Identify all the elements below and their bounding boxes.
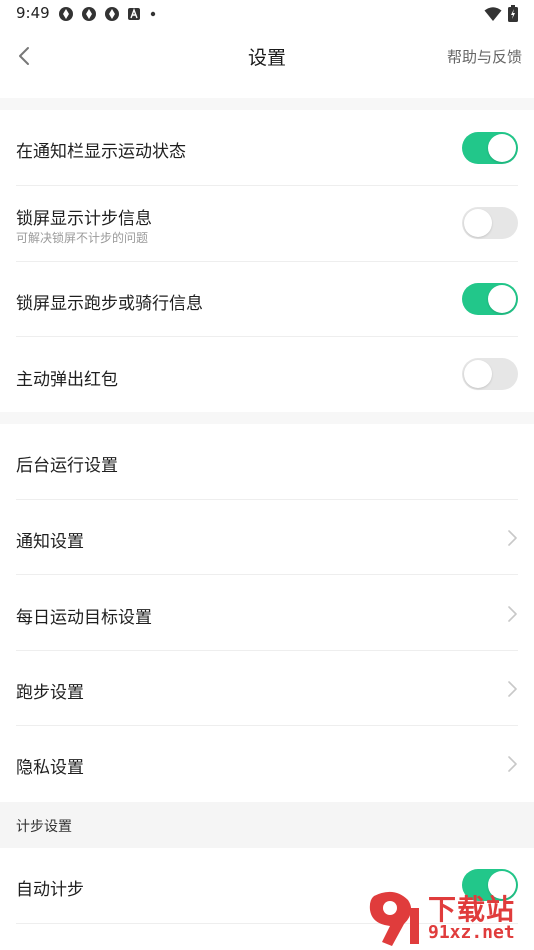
a-badge-icon: [128, 8, 140, 20]
watermark-url: 91xz.net: [428, 922, 515, 943]
watermark-logo: 9f: [369, 891, 419, 946]
setting-label: 通知设置: [16, 532, 84, 552]
setting-row-red-packet: 主动弹出红包: [0, 337, 534, 412]
status-bar: 9:49: [0, 0, 534, 28]
chevron-right-icon: [508, 756, 517, 772]
toggle-knob: [488, 285, 516, 313]
app-icon: [105, 7, 119, 21]
dot-icon: [150, 11, 156, 17]
setting-label: 锁屏显示跑步或骑行信息: [16, 294, 203, 314]
status-time: 9:49: [16, 4, 50, 22]
setting-label: 主动弹出红包: [16, 370, 118, 390]
setting-row-running[interactable]: 跑步设置: [0, 651, 534, 726]
setting-row-daily-goal[interactable]: 每日运动目标设置: [0, 575, 534, 651]
battery-charging-icon: [508, 5, 518, 22]
section-gap: [0, 412, 534, 424]
setting-label: 后台运行设置: [16, 456, 118, 476]
setting-label: 自动计步: [16, 880, 84, 900]
app-icon: [82, 7, 96, 21]
watermark: 9f 下载站 91xz.net: [364, 888, 532, 948]
setting-row-lockscreen-run-ride: 锁屏显示跑步或骑行信息: [0, 262, 534, 337]
setting-sublabel: 可解决锁屏不计步的问题: [16, 231, 149, 245]
section-header-step: 计步设置: [0, 802, 534, 848]
setting-label: 跑步设置: [16, 683, 84, 703]
chevron-right-icon: [508, 681, 517, 697]
status-system-icons: [484, 5, 518, 22]
toggle-knob: [464, 209, 492, 237]
setting-label: 隐私设置: [16, 758, 84, 778]
chevron-right-icon: [508, 606, 517, 622]
lockscreen-steps-toggle[interactable]: [462, 207, 518, 239]
chevron-right-icon: [508, 530, 517, 546]
setting-row-background-run[interactable]: 后台运行设置: [0, 424, 534, 500]
toggle-knob: [464, 360, 492, 388]
notification-status-toggle[interactable]: [462, 132, 518, 164]
toggle-knob: [488, 134, 516, 162]
top-navbar: 设置 帮助与反馈: [0, 28, 534, 84]
wifi-icon: [484, 6, 502, 21]
setting-row-notification-status: 在通知栏显示运动状态: [0, 110, 534, 186]
help-feedback-link[interactable]: 帮助与反馈: [447, 46, 522, 67]
setting-row-lockscreen-steps: 锁屏显示计步信息 可解决锁屏不计步的问题: [0, 186, 534, 262]
red-packet-toggle[interactable]: [462, 358, 518, 390]
setting-label: 锁屏显示计步信息: [16, 209, 152, 229]
setting-row-privacy[interactable]: 隐私设置: [0, 726, 534, 802]
app-icon: [59, 7, 73, 21]
lockscreen-run-ride-toggle[interactable]: [462, 283, 518, 315]
setting-label: 每日运动目标设置: [16, 608, 152, 628]
section-gap: [0, 98, 534, 110]
setting-label: 在通知栏显示运动状态: [16, 142, 186, 162]
section-header-label: 计步设置: [16, 819, 72, 835]
status-notification-icons: [58, 6, 158, 22]
setting-row-notification[interactable]: 通知设置: [0, 500, 534, 575]
